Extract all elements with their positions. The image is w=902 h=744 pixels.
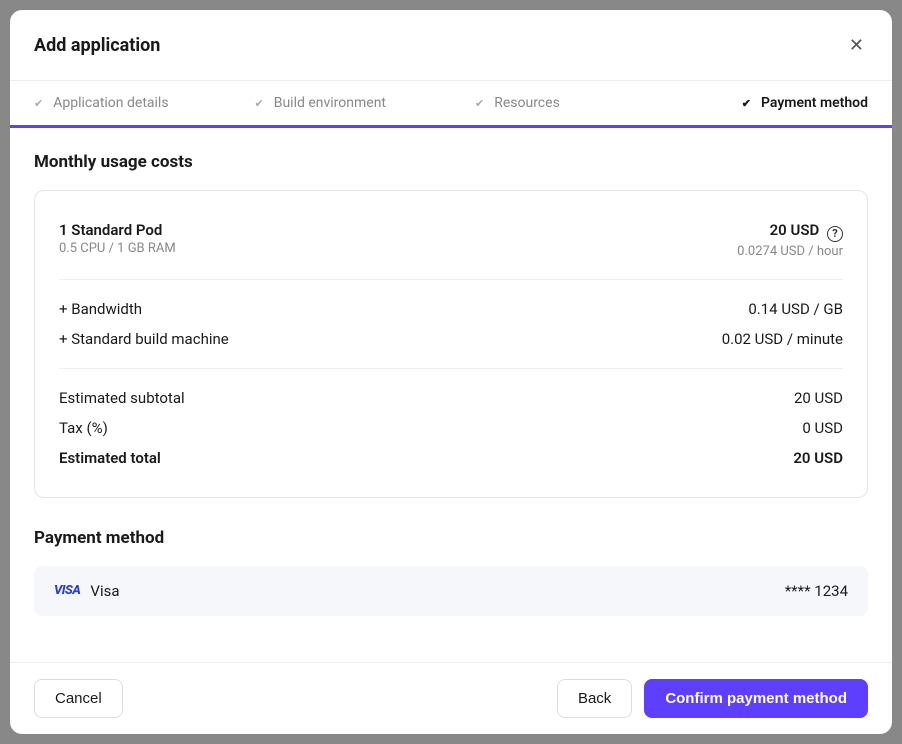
payment-heading: Payment method [34,528,868,548]
add-application-modal: Add application ✕ ✔ Application details … [10,10,892,734]
total-label: Estimated total [59,449,161,467]
step-label: Resources [494,95,560,111]
modal-body: Monthly usage costs 1 Standard Pod 0.5 C… [10,128,892,662]
card-brand: Visa [90,582,119,600]
subtotal-value: 20 USD [794,389,843,407]
wizard-stepper: ✔ Application details ✔ Build environmen… [10,81,892,128]
modal-footer: Cancel Back Confirm payment method [10,662,892,734]
check-icon: ✔ [742,97,751,110]
cost-row-tax: Tax (%) 0 USD [59,413,843,443]
visa-logo-icon: VISA [54,583,80,598]
step-build-environment[interactable]: ✔ Build environment [231,81,452,125]
step-label: Application details [53,95,168,111]
modal-title: Add application [34,35,160,56]
cancel-button[interactable]: Cancel [34,679,123,718]
card-masked: **** 1234 [785,582,848,600]
build-machine-label: + Standard build machine [59,330,229,348]
costs-card: 1 Standard Pod 0.5 CPU / 1 GB RAM 20 USD… [34,190,868,498]
modal-header: Add application ✕ [10,10,892,81]
check-icon: ✔ [255,97,264,110]
pod-price-wrap: 20 USD ? [737,221,843,242]
back-button[interactable]: Back [557,679,632,718]
tax-label: Tax (%) [59,419,108,437]
step-payment-method[interactable]: ✔ Payment method [672,81,893,125]
cost-row-bandwidth: + Bandwidth 0.14 USD / GB [59,294,843,324]
cost-row-total: Estimated total 20 USD [59,443,843,473]
step-resources[interactable]: ✔ Resources [451,81,672,125]
help-icon[interactable]: ? [827,226,843,242]
costs-heading: Monthly usage costs [34,152,868,172]
close-icon: ✕ [849,35,864,55]
bandwidth-label: + Bandwidth [59,300,142,318]
cost-row-build-machine: + Standard build machine 0.02 USD / minu… [59,324,843,354]
confirm-payment-button[interactable]: Confirm payment method [644,679,868,718]
pod-rate: 0.0274 USD / hour [737,244,843,259]
cost-row-subtotal: Estimated subtotal 20 USD [59,383,843,413]
close-button[interactable]: ✕ [845,32,868,58]
divider [59,279,843,280]
payment-method-card[interactable]: VISA Visa **** 1234 [34,566,868,616]
step-application-details[interactable]: ✔ Application details [10,81,231,125]
tax-value: 0 USD [802,419,843,437]
build-machine-price: 0.02 USD / minute [722,330,843,348]
pod-title: 1 Standard Pod [59,221,176,239]
pod-spec: 0.5 CPU / 1 GB RAM [59,241,176,256]
step-label: Build environment [274,95,386,111]
subtotal-label: Estimated subtotal [59,389,185,407]
cost-row-pod: 1 Standard Pod 0.5 CPU / 1 GB RAM 20 USD… [59,215,843,265]
divider [59,368,843,369]
check-icon: ✔ [475,97,484,110]
bandwidth-price: 0.14 USD / GB [748,300,843,318]
total-value: 20 USD [793,449,843,467]
check-icon: ✔ [34,97,43,110]
step-label: Payment method [761,95,868,111]
pod-price: 20 USD [770,221,820,239]
